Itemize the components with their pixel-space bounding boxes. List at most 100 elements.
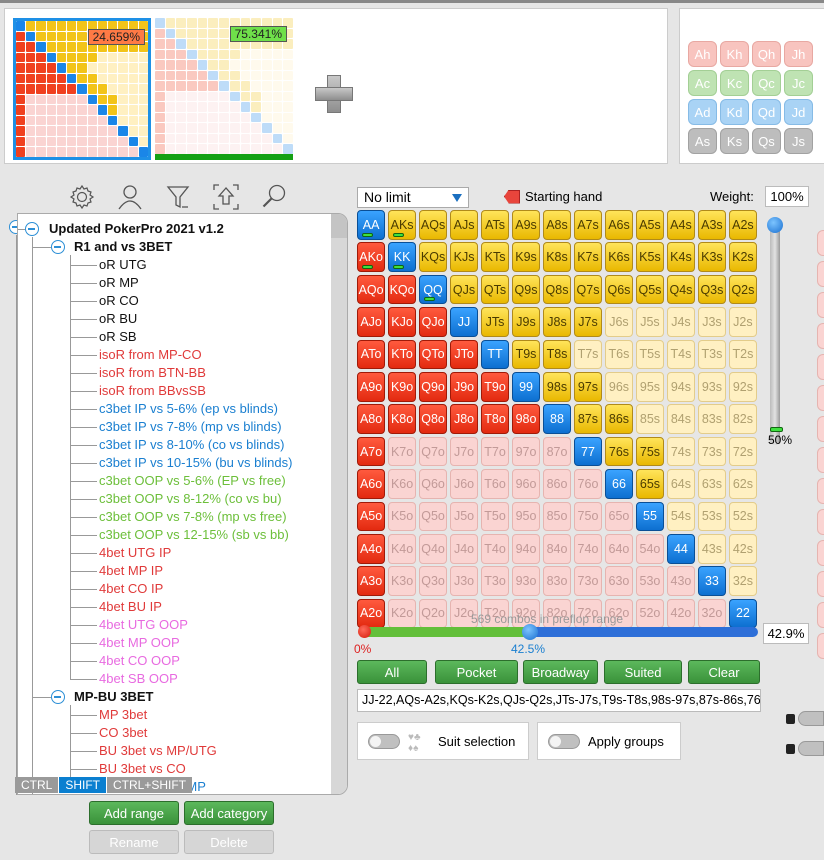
hand-cell-Q3o[interactable]: Q3o: [418, 566, 448, 596]
hand-cell-KJo[interactable]: KJo: [387, 307, 417, 337]
tree-range-node[interactable]: c3bet IP vs 10-15% (bu vs blinds): [99, 454, 292, 472]
hand-cell-KQo[interactable]: KQo: [387, 274, 417, 305]
modifier-key-ctrl-shift[interactable]: CTRL+SHIFT: [107, 777, 193, 793]
tree-range-node[interactable]: 4bet UTG OOP: [99, 616, 188, 634]
hand-cell-94o[interactable]: 94o: [511, 533, 541, 564]
hand-cell-J4o[interactable]: J4o: [449, 533, 479, 564]
card-Ac[interactable]: Ac: [688, 70, 717, 96]
tree-range-node[interactable]: c3bet IP vs 7-8% (mp vs blinds): [99, 418, 282, 436]
card-Qh[interactable]: Qh: [752, 41, 781, 67]
hand-cell-ATs[interactable]: ATs: [480, 210, 510, 240]
hand-cell-K5o[interactable]: K5o: [387, 501, 417, 532]
collapse-toggle-icon[interactable]: [25, 222, 39, 236]
quick-suited-button[interactable]: Suited: [604, 660, 682, 684]
weight-slider-knob[interactable]: [767, 217, 783, 233]
range-slider-min-knob[interactable]: [358, 625, 371, 638]
tree-category-node[interactable]: R1 and vs 3BET: [74, 238, 172, 256]
hand-cell-AJo[interactable]: AJo: [357, 307, 386, 337]
hand-cell-Q2o[interactable]: Q2o: [418, 598, 448, 629]
hand-cell-K4s[interactable]: K4s: [666, 242, 696, 272]
hand-cell-75s[interactable]: 75s: [635, 436, 665, 467]
card-Ah[interactable]: Ah: [688, 41, 717, 67]
tree-range-node[interactable]: isoR from MP-CO: [99, 346, 202, 364]
hand-cell-75o[interactable]: 75o: [573, 501, 603, 532]
card-Ks[interactable]: Ks: [720, 128, 749, 154]
tree-range-node[interactable]: c3bet IP vs 8-10% (co vs blinds): [99, 436, 284, 454]
hand-cell-53o[interactable]: 53o: [635, 566, 665, 596]
card-Kh[interactable]: Kh: [720, 41, 749, 67]
hand-cell-A4o[interactable]: A4o: [357, 533, 386, 564]
suit-selection-toggle[interactable]: ♥♣ ♦♠ Suit selection: [357, 722, 529, 760]
hand-cell-A7o[interactable]: A7o: [357, 436, 386, 467]
group-button[interactable]: [817, 323, 824, 349]
hand-cell-T6o[interactable]: T6o: [480, 469, 510, 499]
hand-cell-A8o[interactable]: A8o: [357, 404, 386, 434]
hand-cell-T7o[interactable]: T7o: [480, 436, 510, 467]
range-percent-input[interactable]: 42.9%: [763, 623, 809, 644]
filter-icon[interactable]: [164, 183, 192, 211]
modifier-key-shift[interactable]: SHIFT: [59, 777, 107, 793]
hand-cell-J3o[interactable]: J3o: [449, 566, 479, 596]
card-Jh[interactable]: Jh: [784, 41, 813, 67]
group-button[interactable]: [817, 354, 824, 380]
quick-all-button[interactable]: All: [357, 660, 427, 684]
hand-cell-K7o[interactable]: K7o: [387, 436, 417, 467]
hand-cell-99[interactable]: 99: [511, 371, 541, 402]
hand-cell-87o[interactable]: 87o: [542, 436, 572, 467]
hand-cell-95s[interactable]: 95s: [635, 371, 665, 402]
tree-scrollbar-thumb[interactable]: [331, 214, 347, 238]
hand-cell-K3o[interactable]: K3o: [387, 566, 417, 596]
weight-slider[interactable]: [767, 217, 783, 445]
hand-cell-74s[interactable]: 74s: [666, 436, 696, 467]
hand-cell-Q6s[interactable]: Q6s: [604, 274, 634, 305]
user-icon[interactable]: [116, 183, 144, 211]
hand-cell-K8o[interactable]: K8o: [387, 404, 417, 434]
range-slider-value-knob[interactable]: [522, 624, 539, 640]
tree-scrollbar[interactable]: [331, 214, 347, 794]
gear-icon[interactable]: [68, 183, 96, 211]
hand-cell-A7s[interactable]: A7s: [573, 210, 603, 240]
hand-cell-98o[interactable]: 98o: [511, 404, 541, 434]
hand-cell-T5s[interactable]: T5s: [635, 339, 665, 370]
lock-switch[interactable]: [798, 741, 824, 756]
hand-cell-86s[interactable]: 86s: [604, 404, 634, 434]
hand-cell-33[interactable]: 33: [697, 566, 727, 596]
hand-cell-A9s[interactable]: A9s: [511, 210, 541, 240]
hand-cell-A6o[interactable]: A6o: [357, 469, 386, 499]
hand-cell-J2s[interactable]: J2s: [728, 307, 757, 337]
hand-cell-76o[interactable]: 76o: [573, 469, 603, 499]
tree-range-node[interactable]: BU 3bet vs CO: [99, 760, 186, 778]
add-category-button[interactable]: Add category: [184, 801, 274, 825]
hand-cell-32o[interactable]: 32o: [697, 598, 727, 629]
hand-cell-97o[interactable]: 97o: [511, 436, 541, 467]
hand-cell-K4o[interactable]: K4o: [387, 533, 417, 564]
hand-cell-64s[interactable]: 64s: [666, 469, 696, 499]
weight-input[interactable]: 100%: [765, 186, 809, 207]
group-button[interactable]: [817, 416, 824, 442]
tree-range-node[interactable]: 4bet CO OOP: [99, 652, 180, 670]
card-Qs[interactable]: Qs: [752, 128, 781, 154]
hand-cell-72s[interactable]: 72s: [728, 436, 757, 467]
hand-cell-55[interactable]: 55: [635, 501, 665, 532]
hand-cell-J3s[interactable]: J3s: [697, 307, 727, 337]
group-button[interactable]: [817, 602, 824, 628]
game-type-select[interactable]: No limit: [357, 187, 469, 208]
tree-range-node[interactable]: oR BU: [99, 310, 137, 328]
hand-cell-JTs[interactable]: JTs: [480, 307, 510, 337]
hand-cell-86o[interactable]: 86o: [542, 469, 572, 499]
hand-cell-QQ[interactable]: QQ: [418, 274, 448, 305]
lock-open-icon[interactable]: [786, 714, 795, 724]
hand-cell-65s[interactable]: 65s: [635, 469, 665, 499]
hand-cell-A9o[interactable]: A9o: [357, 371, 386, 402]
group-button[interactable]: [817, 571, 824, 597]
hand-cell-QJo[interactable]: QJo: [418, 307, 448, 337]
card-Jd[interactable]: Jd: [784, 99, 813, 125]
hand-cell-TT[interactable]: TT: [480, 339, 510, 370]
hand-cell-93o[interactable]: 93o: [511, 566, 541, 596]
hand-cell-74o[interactable]: 74o: [573, 533, 603, 564]
hand-cell-A6s[interactable]: A6s: [604, 210, 634, 240]
tree-range-node[interactable]: c3bet OOP vs 7-8% (mp vs free): [99, 508, 287, 526]
hand-cell-K6s[interactable]: K6s: [604, 242, 634, 272]
hand-cell-Q5o[interactable]: Q5o: [418, 501, 448, 532]
hand-cell-66[interactable]: 66: [604, 469, 634, 499]
